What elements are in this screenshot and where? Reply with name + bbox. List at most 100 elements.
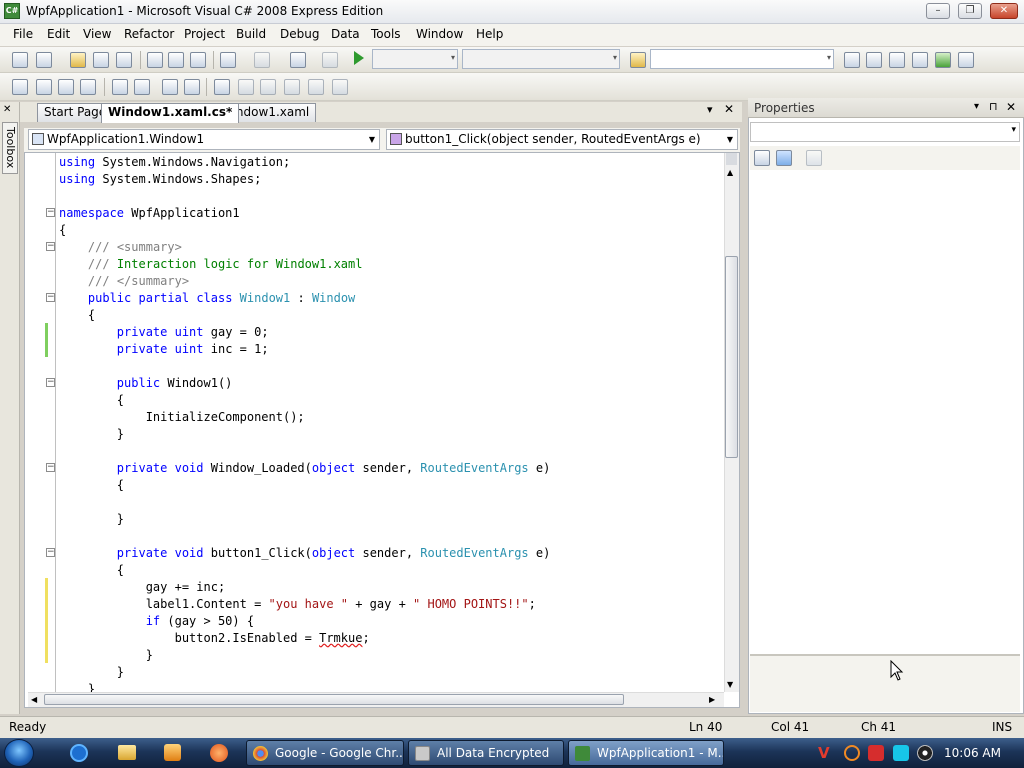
taskbar-item-all-data-encrypted[interactable]: All Data Encrypted: [408, 740, 564, 766]
properties-dropdown-icon[interactable]: ▾: [974, 101, 979, 112]
undo-icon[interactable]: [220, 52, 236, 68]
scroll-up-icon[interactable]: ▲: [727, 168, 733, 177]
properties-pin-icon[interactable]: ⊓: [989, 100, 998, 113]
categorized-icon[interactable]: [754, 150, 770, 166]
member-navigation-combo[interactable]: button1_Click(object sender, RoutedEvent…: [386, 129, 738, 150]
toolbox-pin-icon[interactable]: ✕: [3, 104, 11, 115]
copy-icon[interactable]: [168, 52, 184, 68]
properties-object-combo[interactable]: ▾: [750, 122, 1020, 142]
uncomment-lines-icon[interactable]: [184, 79, 200, 95]
parameter-info-icon[interactable]: [36, 79, 52, 95]
status-line: Ln 40: [689, 720, 723, 734]
collapse-button1-click-icon[interactable]: −: [46, 548, 55, 557]
cut-icon[interactable]: [147, 52, 163, 68]
tab-window1-xaml-cs[interactable]: Window1.xaml.cs*: [101, 103, 240, 123]
menu-edit[interactable]: Edit: [47, 27, 70, 41]
close-button[interactable]: ✕: [990, 3, 1018, 19]
menu-file[interactable]: File: [13, 27, 33, 41]
type-navigation-combo[interactable]: WpfApplication1.Window1 ▼: [28, 129, 380, 150]
solution-configuration-combo[interactable]: ▾: [372, 49, 458, 69]
horizontal-scroll-thumb[interactable]: [44, 694, 624, 705]
maximize-button[interactable]: ❐: [958, 3, 982, 19]
scroll-right-icon[interactable]: ▶: [709, 695, 715, 704]
active-files-dropdown-icon[interactable]: ▾: [707, 103, 713, 116]
new-project-icon[interactable]: [12, 52, 28, 68]
menu-help[interactable]: Help: [476, 27, 503, 41]
change-indicator-unsaved: [45, 578, 48, 663]
minimize-button[interactable]: –: [926, 3, 950, 19]
menu-build[interactable]: Build: [236, 27, 266, 41]
next-bookmark-icon[interactable]: [260, 79, 276, 95]
search-tray-icon[interactable]: [844, 745, 860, 761]
property-pages-icon[interactable]: [806, 150, 822, 166]
clear-bookmarks-icon[interactable]: [332, 79, 348, 95]
menu-debug[interactable]: Debug: [280, 27, 319, 41]
code-line: if (gay > 50) {: [145, 614, 255, 628]
add-item-icon[interactable]: [36, 52, 52, 68]
menu-project[interactable]: Project: [184, 27, 225, 41]
toolbox-window-icon[interactable]: [912, 52, 928, 68]
code-line: }: [59, 427, 125, 441]
clock[interactable]: 10:06 AM: [944, 746, 1001, 760]
find-combo[interactable]: ▾: [650, 49, 834, 69]
app-icon[interactable]: C#: [4, 3, 20, 19]
properties-close-icon[interactable]: ✕: [1006, 100, 1016, 114]
media-player-icon[interactable]: [164, 744, 181, 761]
flag-tray-icon[interactable]: [868, 745, 884, 761]
split-handle[interactable]: [726, 153, 737, 165]
internet-explorer-icon[interactable]: [70, 744, 88, 762]
taskbar-item-chrome[interactable]: Google - Google Chr...: [246, 740, 404, 766]
taskbar-item-visual-csharp[interactable]: WpfApplication1 - M...: [568, 740, 724, 766]
collapse-window-loaded-icon[interactable]: −: [46, 463, 55, 472]
menu-tools[interactable]: Tools: [371, 27, 401, 41]
menu-refactor[interactable]: Refactor: [124, 27, 174, 41]
menu-view[interactable]: View: [83, 27, 111, 41]
save-all-icon[interactable]: [116, 52, 132, 68]
quick-info-icon[interactable]: [58, 79, 74, 95]
display-tray-icon[interactable]: [893, 745, 909, 761]
alphabetical-icon[interactable]: [776, 150, 792, 166]
complete-word-icon[interactable]: [80, 79, 96, 95]
menu-window[interactable]: Window: [416, 27, 463, 41]
decrease-indent-icon[interactable]: [112, 79, 128, 95]
volume-tray-icon[interactable]: [917, 745, 933, 761]
previous-bookmark-icon[interactable]: [238, 79, 254, 95]
start-page-icon[interactable]: [935, 52, 951, 68]
chevron-down-icon: ▾: [612, 53, 617, 62]
antivirus-tray-icon[interactable]: V: [818, 745, 834, 761]
code-line: private void button1_Click(object sender…: [116, 546, 551, 560]
solution-explorer-icon[interactable]: [866, 52, 882, 68]
collapse-summary-icon[interactable]: −: [46, 242, 55, 251]
redo-icon[interactable]: [254, 52, 270, 68]
scroll-left-icon[interactable]: ◀: [31, 695, 37, 704]
open-folder-icon[interactable]: [70, 52, 86, 68]
navigate-forward-icon[interactable]: [322, 52, 338, 68]
vertical-scroll-thumb[interactable]: [725, 256, 738, 458]
previous-bookmark-folder-icon[interactable]: [284, 79, 300, 95]
comment-lines-icon[interactable]: [162, 79, 178, 95]
collapse-constructor-icon[interactable]: −: [46, 378, 55, 387]
paste-icon[interactable]: [190, 52, 206, 68]
member-list-icon[interactable]: [12, 79, 28, 95]
start-debugging-icon[interactable]: [354, 51, 364, 65]
collapse-class-icon[interactable]: −: [46, 293, 55, 302]
output-window-icon[interactable]: [958, 52, 974, 68]
next-bookmark-folder-icon[interactable]: [308, 79, 324, 95]
start-button[interactable]: [4, 739, 34, 767]
toggle-bookmark-icon[interactable]: [214, 79, 230, 95]
navigate-backward-icon[interactable]: [290, 52, 306, 68]
properties-window-icon[interactable]: [889, 52, 905, 68]
windows-explorer-icon[interactable]: [118, 745, 136, 760]
find-icon[interactable]: [844, 52, 860, 68]
increase-indent-icon[interactable]: [134, 79, 150, 95]
mouse-pointer-icon: [890, 660, 904, 681]
find-in-files-icon[interactable]: [630, 52, 646, 68]
solution-platform-combo[interactable]: ▾: [462, 49, 620, 69]
scroll-down-icon[interactable]: ▼: [727, 680, 733, 689]
menu-data[interactable]: Data: [331, 27, 360, 41]
save-icon[interactable]: [93, 52, 109, 68]
gimp-icon[interactable]: [210, 744, 228, 762]
toolbox-tab[interactable]: Toolbox: [2, 122, 18, 174]
close-document-icon[interactable]: ✕: [724, 102, 734, 116]
collapse-namespace-icon[interactable]: −: [46, 208, 55, 217]
